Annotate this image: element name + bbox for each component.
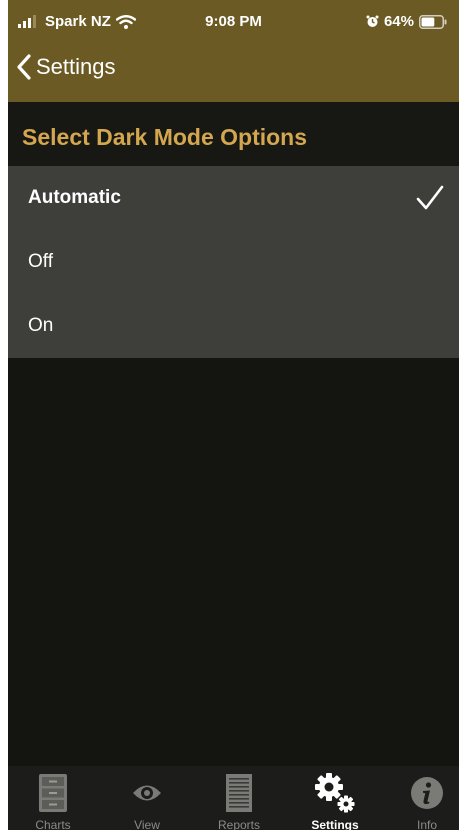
option-on[interactable]: On — [8, 294, 459, 358]
chevron-left-icon — [17, 54, 31, 80]
option-label: On — [28, 315, 54, 336]
gears-icon — [315, 773, 355, 813]
carrier-name: Spark NZ — [45, 13, 111, 30]
status-right: 64% — [366, 13, 447, 30]
page-title: Select Dark Mode Options — [22, 124, 308, 150]
wifi-icon — [115, 14, 136, 29]
info-icon — [411, 777, 443, 809]
dark-mode-options-list: Automatic Off On — [8, 166, 459, 358]
tab-label: Charts — [35, 818, 71, 830]
tab-label: Info — [416, 818, 437, 830]
tab-reports[interactable]: Reports — [194, 766, 284, 830]
option-label: Automatic — [28, 187, 121, 208]
status-left: Spark NZ — [18, 13, 136, 30]
tab-info[interactable]: Info — [382, 766, 459, 830]
battery-percent: 64% — [383, 13, 414, 30]
checkmark-icon — [416, 185, 444, 210]
option-label: Off — [28, 251, 53, 272]
phone-screen: Spark NZ 9:08 PM 64% Settings Select Dar… — [8, 0, 459, 830]
back-label: Settings — [36, 54, 116, 79]
battery-icon — [419, 14, 447, 29]
file-cabinet-icon — [39, 774, 67, 812]
back-button[interactable]: Settings — [16, 53, 116, 81]
tab-settings[interactable]: Settings — [290, 766, 380, 830]
tab-label: Settings — [311, 818, 359, 830]
tab-charts[interactable]: Charts — [8, 766, 98, 830]
tab-label: View — [134, 818, 160, 830]
alarm-icon — [366, 15, 379, 27]
header: Spark NZ 9:08 PM 64% Settings — [8, 0, 459, 102]
eye-icon — [133, 785, 161, 801]
option-automatic[interactable]: Automatic — [8, 166, 459, 230]
status-bar: Spark NZ 9:08 PM 64% — [8, 0, 459, 40]
tab-label: Reports — [217, 818, 261, 830]
option-off[interactable]: Off — [8, 230, 459, 294]
nav-bar: Settings — [8, 45, 459, 97]
tab-bar: Charts View Reports Settings Info — [8, 766, 459, 830]
section-header: Select Dark Mode Options — [8, 102, 459, 166]
signal-icon — [18, 15, 36, 28]
tab-view[interactable]: View — [102, 766, 192, 830]
document-icon — [226, 774, 252, 812]
